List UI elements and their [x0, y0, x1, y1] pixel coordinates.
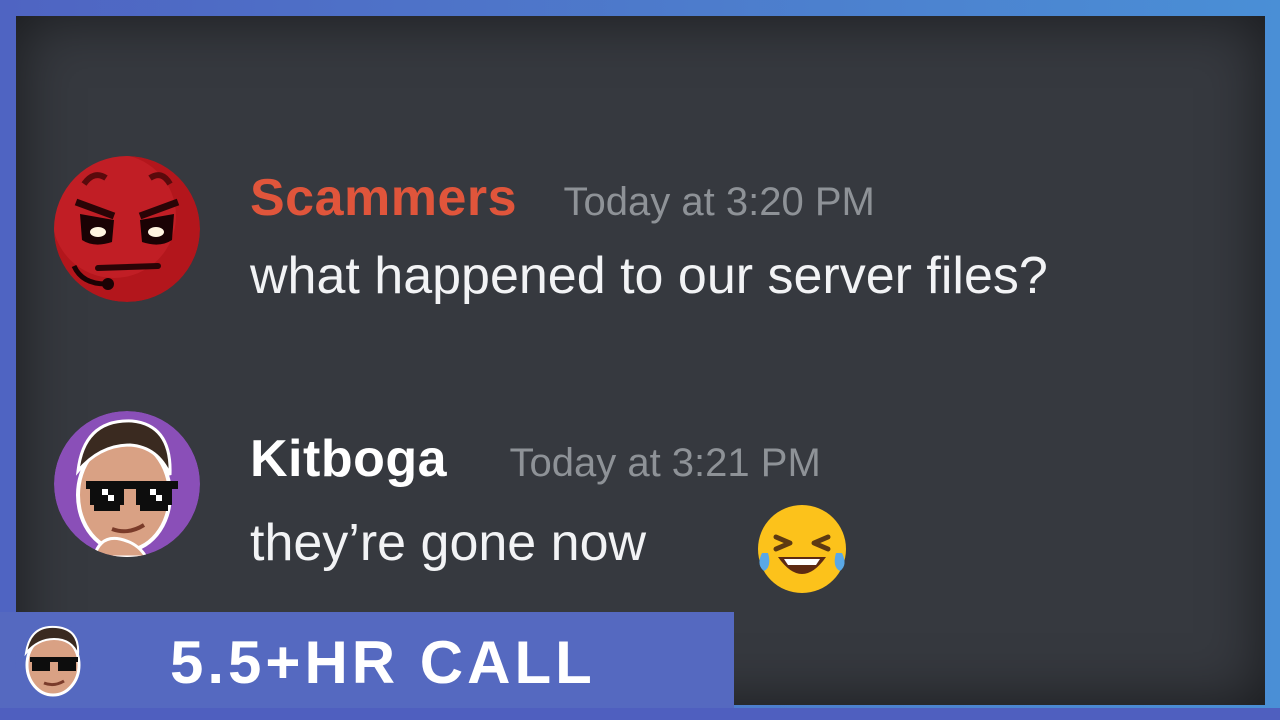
timestamp: Today at 3:20 PM [563, 180, 875, 224]
message-text: what happened to our server files? [250, 247, 1048, 305]
kitboga-avatar-icon[interactable] [54, 411, 200, 557]
message-text: they’re gone now [250, 505, 846, 593]
username[interactable]: Kitboga [250, 430, 447, 488]
bottom-strip [0, 708, 1280, 720]
message-text-content: they’re gone now [250, 514, 647, 572]
chat-panel: Scammers Today at 3:20 PM what happened … [16, 16, 1265, 705]
banner-title: 5.5+HR CALL [170, 629, 596, 696]
call-length-banner: 5.5+HR CALL [0, 612, 734, 708]
message-header: Scammers Today at 3:20 PM [250, 168, 875, 228]
timestamp: Today at 3:21 PM [509, 441, 821, 485]
username[interactable]: Scammers [250, 169, 517, 227]
kitboga-avatar-icon [15, 622, 91, 698]
message-header: Kitboga Today at 3:21 PM [250, 429, 821, 489]
devil-face-icon[interactable] [54, 156, 200, 302]
laughing-tears-emoji-icon [758, 505, 846, 593]
